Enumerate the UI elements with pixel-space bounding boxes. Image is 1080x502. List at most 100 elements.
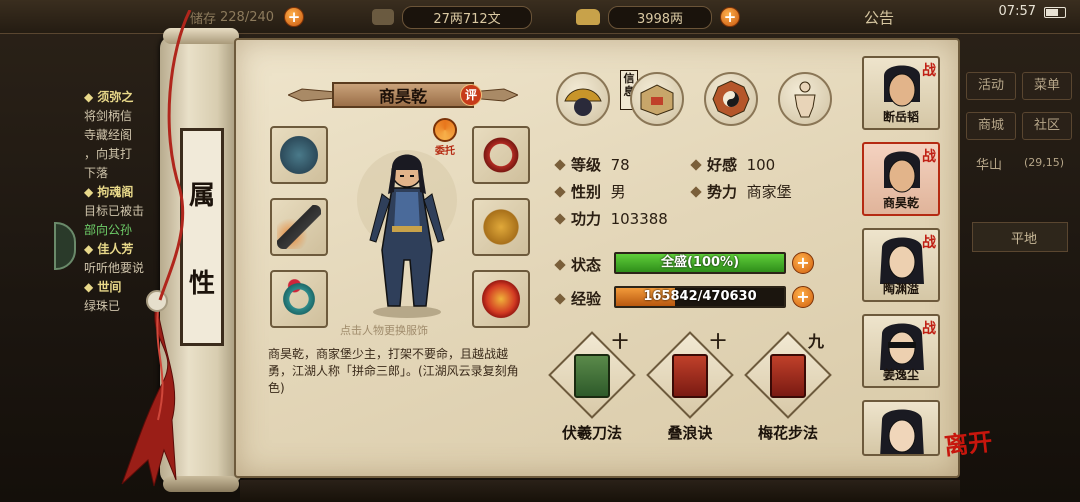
roster-name: 商昊乾 bbox=[882, 196, 919, 210]
skill-name: 叠浪诀 bbox=[667, 424, 713, 442]
money-value: 27两712文 bbox=[402, 5, 532, 29]
red-flower-ornament-icon bbox=[479, 277, 523, 321]
roster-card[interactable]: 战 断岳韬 bbox=[862, 56, 940, 130]
stat-level: 等级 78 bbox=[554, 154, 630, 175]
status-plus-button[interactable]: + bbox=[792, 252, 814, 274]
battle-badge: 战 bbox=[922, 149, 936, 165]
roster-card[interactable] bbox=[862, 400, 940, 456]
storage-plus-button[interactable]: + bbox=[284, 7, 305, 27]
status-bar-text: 全盛(100%) bbox=[660, 255, 740, 270]
skill-name: 梅花步法 bbox=[757, 424, 818, 442]
battle-badge: 战 bbox=[922, 235, 936, 251]
leave-button[interactable]: 离开 bbox=[942, 422, 994, 462]
roster-name: 陶渊溢 bbox=[882, 282, 919, 296]
red-string-icon bbox=[158, 10, 192, 301]
gold-resource: 3998两 + bbox=[576, 5, 740, 29]
battle-badge: 战 bbox=[922, 321, 936, 337]
skill-slot[interactable]: 九 梅花步法 bbox=[744, 331, 832, 443]
stat-value: 78 bbox=[610, 156, 630, 174]
storage-value: 228/240 bbox=[220, 9, 275, 25]
stat-label: 等级 bbox=[571, 156, 602, 174]
equip-slot-belt[interactable] bbox=[472, 126, 530, 184]
diamond-bullet-icon bbox=[554, 186, 566, 198]
roster-card[interactable]: 战 陶渊溢 bbox=[862, 228, 940, 302]
tab-items[interactable] bbox=[630, 72, 684, 126]
straw-hat-icon bbox=[564, 88, 602, 116]
stat-favor: 好感 100 bbox=[690, 154, 775, 175]
money-resource: 27两712文 bbox=[372, 5, 532, 29]
character-bio: 商昊乾，商家堡少主，打架不要命，且越战越勇，江湖人称「拼命三郎」。(江湖风云录复… bbox=[268, 347, 519, 395]
stat-power: 功力 103388 bbox=[554, 208, 668, 229]
skill-level: 九 bbox=[807, 332, 824, 351]
battle-badge: 战 bbox=[922, 63, 936, 79]
location-name: 华山 bbox=[976, 158, 1003, 173]
community-button[interactable]: 社区 bbox=[1022, 112, 1072, 140]
banner-ornament-left-icon bbox=[288, 88, 336, 102]
green-manual-icon bbox=[574, 354, 610, 398]
red-manual-icon bbox=[672, 354, 708, 398]
status-bar: 全盛(100%) bbox=[614, 252, 786, 274]
stat-value: 103388 bbox=[610, 210, 668, 228]
roster-name: 断岳韬 bbox=[882, 110, 919, 124]
tab-info[interactable] bbox=[556, 72, 610, 126]
refresh-arrows-icon bbox=[433, 118, 457, 142]
golden-armor-icon bbox=[479, 205, 523, 249]
tab-bagua[interactable] bbox=[704, 72, 758, 126]
gold-plus-button[interactable]: + bbox=[720, 7, 740, 27]
character-name: 商昊乾 bbox=[378, 87, 427, 106]
stat-faction: 势力 商家堡 bbox=[690, 181, 792, 202]
skill-name: 伏羲刀法 bbox=[561, 424, 622, 442]
bottom-nav-strip bbox=[240, 480, 960, 502]
stat-label: 性别 bbox=[571, 183, 602, 201]
location-coords: (29,15) bbox=[1024, 156, 1065, 169]
stat-label: 状态 bbox=[571, 256, 602, 274]
stat-exp-label: 经验 bbox=[554, 288, 602, 309]
stat-label: 经验 bbox=[571, 290, 602, 308]
portrait-icon bbox=[880, 409, 924, 454]
activity-button[interactable]: 活动 bbox=[966, 72, 1016, 100]
jade-ring-icon bbox=[277, 277, 321, 321]
diamond-bullet-icon bbox=[554, 213, 566, 225]
equip-slot-ring[interactable] bbox=[270, 270, 328, 328]
package-icon bbox=[640, 84, 674, 116]
terrain-box: 平地 bbox=[972, 222, 1068, 252]
skill-slot[interactable]: 十 叠浪诀 bbox=[646, 331, 734, 443]
stat-gender: 性别 男 bbox=[554, 181, 626, 202]
battery-icon bbox=[1044, 7, 1066, 18]
exp-bar-text: 165842/470630 bbox=[643, 289, 757, 304]
broadsword-icon bbox=[277, 205, 321, 249]
name-bar: 商昊乾 bbox=[332, 82, 474, 108]
diamond-bullet-icon bbox=[554, 259, 566, 271]
gold-ingot-icon bbox=[576, 9, 600, 25]
bagua-icon bbox=[712, 80, 750, 118]
skill-slot[interactable]: 十 伏羲刀法 bbox=[548, 331, 636, 443]
stat-label: 好感 bbox=[707, 156, 738, 174]
portrait-icon bbox=[884, 151, 920, 193]
shop-button[interactable]: 商城 bbox=[966, 112, 1016, 140]
red-manual-icon bbox=[770, 354, 806, 398]
equip-slot-accessory[interactable] bbox=[472, 270, 530, 328]
notice-button[interactable]: 公告 bbox=[864, 7, 894, 28]
roster-card[interactable]: 战 姜逸尘 bbox=[862, 314, 940, 388]
skill-level: 十 bbox=[611, 332, 628, 351]
body-meridian-icon bbox=[794, 81, 816, 118]
portrait-icon bbox=[880, 323, 924, 370]
menu-button[interactable]: 菜单 bbox=[1022, 72, 1072, 100]
gold-value: 3998两 bbox=[608, 5, 712, 29]
equip-slot-gloves[interactable] bbox=[270, 126, 328, 184]
diamond-bullet-icon bbox=[554, 293, 566, 305]
rate-badge-button[interactable]: 评 bbox=[460, 84, 482, 106]
exp-plus-button[interactable]: + bbox=[792, 286, 814, 308]
red-tassel-icon bbox=[121, 303, 177, 487]
exp-bar: 165842/470630 bbox=[614, 286, 786, 308]
gloves-icon bbox=[277, 133, 321, 177]
equip-slot-armor[interactable] bbox=[472, 198, 530, 256]
equip-slot-weapon[interactable] bbox=[270, 198, 328, 256]
portrait-icon bbox=[884, 65, 920, 107]
tab-meridians[interactable] bbox=[778, 72, 832, 126]
entrust-label: 委托 bbox=[435, 146, 455, 157]
stat-status-label: 状态 bbox=[554, 254, 602, 275]
roster-card-selected[interactable]: 战 商昊乾 bbox=[862, 142, 940, 216]
diamond-bullet-icon bbox=[690, 159, 702, 171]
entrust-button[interactable]: 委托 bbox=[430, 118, 460, 162]
